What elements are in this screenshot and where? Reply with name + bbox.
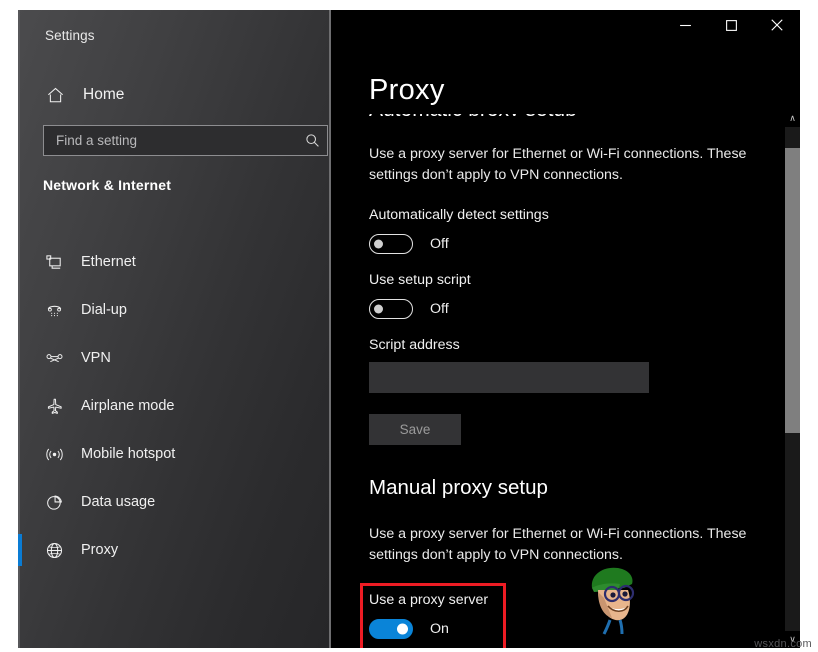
sidebar-item-label: Airplane mode: [81, 398, 175, 414]
settings-window: Settings Home Find a setting Network & I…: [18, 10, 800, 648]
home-icon: [42, 86, 68, 105]
content-scrollbar[interactable]: ∧ ∨: [785, 110, 800, 648]
sidebar-item-airplane-mode[interactable]: Airplane mode: [18, 382, 329, 430]
screenshot-root: Settings Home Find a setting Network & I…: [0, 0, 818, 652]
sidebar-item-mobile-hotspot[interactable]: Mobile hotspot: [18, 430, 329, 478]
selection-indicator: [18, 486, 22, 518]
toggle-knob: [374, 304, 383, 314]
globe-icon: [40, 541, 68, 560]
selection-indicator: [18, 438, 22, 470]
auto-detect-toggle-row[interactable]: Off: [369, 234, 449, 254]
sidebar: Settings Home Find a setting Network & I…: [18, 10, 331, 648]
auto-detect-label: Automatically detect settings: [369, 207, 549, 223]
automatic-proxy-description: Use a proxy server for Ethernet or Wi-Fi…: [369, 146, 747, 183]
sidebar-item-dial-up[interactable]: Dial-up: [18, 286, 329, 334]
sidebar-item-home[interactable]: Home: [18, 75, 329, 115]
save-button[interactable]: Save: [369, 414, 461, 445]
sidebar-item-ethernet[interactable]: Ethernet: [18, 238, 329, 286]
sidebar-item-label: Ethernet: [81, 254, 136, 270]
sidebar-item-vpn[interactable]: VPN: [18, 334, 329, 382]
scrollbar-thumb[interactable]: [785, 148, 800, 433]
toggle-knob: [397, 623, 408, 635]
search-box[interactable]: [43, 125, 328, 156]
hotspot-signal-icon: [40, 445, 68, 464]
auto-detect-state: Off: [430, 236, 449, 252]
selection-indicator: [18, 342, 22, 374]
use-proxy-state: On: [430, 621, 449, 637]
toggle-knob: [374, 239, 383, 249]
window-controls: [331, 10, 800, 50]
search-input[interactable]: [44, 133, 297, 148]
page-title: Proxy: [369, 74, 445, 106]
use-proxy-toggle[interactable]: [369, 619, 413, 639]
search-icon[interactable]: [297, 133, 327, 148]
auto-detect-toggle[interactable]: [369, 234, 413, 254]
manual-proxy-heading: Manual proxy setup: [369, 476, 548, 499]
minimize-button[interactable]: [662, 10, 708, 40]
scroll-up-arrow-icon[interactable]: ∧: [785, 110, 800, 127]
selection-indicator: [18, 246, 22, 278]
setup-script-toggle-row[interactable]: Off: [369, 299, 449, 319]
use-proxy-label: Use a proxy server: [369, 592, 489, 608]
settings-scroll-area: Use a proxy server for Ethernet or Wi-Fi…: [331, 116, 786, 648]
maximize-button[interactable]: [708, 10, 754, 40]
sidebar-item-label: Data usage: [81, 494, 156, 510]
sidebar-nav: Ethernet Dial-up VPN Airplane mode Mobil…: [18, 238, 329, 574]
setup-script-label: Use setup script: [369, 272, 471, 288]
mascot-illustration: [574, 558, 648, 636]
vpn-icon: [40, 349, 68, 368]
dialup-phone-icon: [40, 301, 68, 320]
use-proxy-toggle-row[interactable]: On: [369, 619, 449, 639]
setup-script-toggle[interactable]: [369, 299, 413, 319]
sidebar-item-proxy[interactable]: Proxy: [18, 526, 329, 574]
ethernet-icon: [40, 253, 68, 272]
sidebar-item-label: VPN: [81, 350, 111, 366]
pie-chart-icon: [40, 493, 68, 512]
selection-indicator: [18, 390, 22, 422]
selection-indicator: [18, 294, 22, 326]
home-label: Home: [83, 86, 125, 103]
script-address-input[interactable]: [369, 362, 649, 393]
sidebar-item-label: Dial-up: [81, 302, 127, 318]
close-button[interactable]: [754, 10, 800, 40]
sidebar-item-data-usage[interactable]: Data usage: [18, 478, 329, 526]
app-title: Settings: [45, 28, 95, 43]
airplane-icon: [40, 397, 68, 416]
setup-script-state: Off: [430, 301, 449, 317]
sidebar-item-label: Proxy: [81, 542, 119, 558]
selection-indicator: [18, 534, 22, 566]
watermark: wsxdn.com: [754, 638, 812, 650]
sidebar-item-label: Mobile hotspot: [81, 446, 176, 462]
category-title: Network & Internet: [43, 177, 172, 193]
content-panel: Automatic proxy setup Proxy Use a proxy …: [331, 10, 800, 648]
script-address-label: Script address: [369, 337, 460, 353]
